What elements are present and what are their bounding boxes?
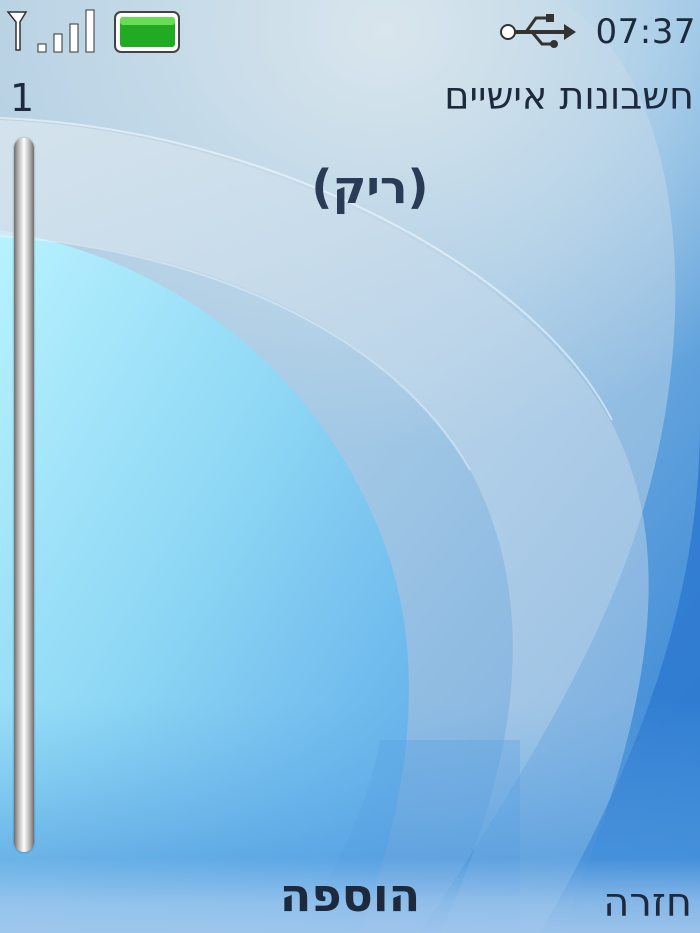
empty-list-label: (ריק) <box>311 160 429 214</box>
wallpaper <box>0 0 700 933</box>
signal-strength-icon <box>6 9 95 53</box>
clock: 07:37 <box>595 12 696 52</box>
scrollbar[interactable] <box>14 138 34 852</box>
item-count: 1 <box>10 76 35 120</box>
usb-connected-icon <box>500 14 576 48</box>
back-softkey[interactable]: חזרה <box>603 880 692 926</box>
page-title: חשבונות אישיים <box>444 74 694 118</box>
add-softkey[interactable]: הוספה <box>0 868 700 922</box>
phone-screen: 07:37 חשבונות אישיים 1 (ריק) הוספה חזרה <box>0 0 700 933</box>
battery-full-icon <box>114 11 180 53</box>
status-bar: 07:37 <box>0 0 700 70</box>
